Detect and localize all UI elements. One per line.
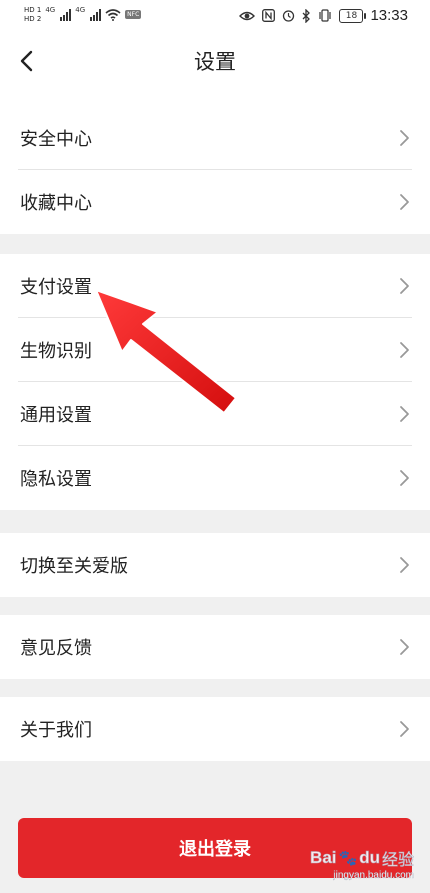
chevron-right-icon (400, 721, 409, 737)
baidu-watermark: Bai 🐾 du 经验 (310, 846, 415, 870)
settings-item-payment-settings[interactable]: 支付设置 (0, 254, 430, 318)
settings-group-account: 安全中心 收藏中心 (0, 106, 430, 234)
settings-item-favorites-center[interactable]: 收藏中心 (0, 170, 430, 234)
settings-item-label: 安全中心 (20, 129, 92, 150)
signal2-icon (90, 8, 102, 21)
watermark-brand: Bai (310, 848, 337, 868)
chevron-right-icon (400, 130, 409, 146)
watermark-url: jingyan.baidu.com (333, 870, 414, 881)
watermark-suffix: 经验 (381, 850, 415, 870)
chevron-right-icon (400, 278, 409, 294)
settings-group-preferences: 支付设置 生物识别 通用设置 隐私设置 (0, 254, 430, 510)
settings-item-biometrics[interactable]: 生物识别 (0, 318, 430, 382)
vibrate-icon (319, 9, 332, 22)
logout-label: 退出登录 (179, 839, 251, 860)
eye-icon (239, 11, 256, 20)
settings-item-general-settings[interactable]: 通用设置 (0, 382, 430, 446)
settings-item-label: 意见反馈 (20, 638, 92, 659)
watermark-brand2: du (359, 848, 380, 868)
chevron-right-icon (400, 470, 409, 486)
hd-indicators: HD 1 HD 2 (24, 6, 42, 23)
settings-item-about-us[interactable]: 关于我们 (0, 697, 430, 761)
chevron-right-icon (400, 639, 409, 655)
battery-icon: 18 (339, 8, 367, 23)
chevron-right-icon (400, 406, 409, 422)
alarm-icon (283, 10, 295, 22)
hd2-label: HD 2 (24, 15, 42, 23)
page-title: 设置 (194, 50, 236, 74)
chevron-right-icon (400, 194, 409, 210)
battery-level: 18 (345, 10, 358, 21)
settings-group-about: 关于我们 (0, 697, 430, 761)
settings-item-label: 隐私设置 (20, 469, 92, 490)
settings-item-label: 关于我们 (20, 720, 92, 741)
chevron-right-icon (400, 557, 409, 573)
chevron-right-icon (400, 342, 409, 358)
nfc-icon (262, 9, 276, 22)
settings-item-switch-care-mode[interactable]: 切换至关爱版 (0, 533, 430, 597)
settings-item-security-center[interactable]: 安全中心 (0, 106, 430, 170)
network2-label: 4G (75, 6, 86, 14)
settings-item-label: 支付设置 (20, 277, 92, 298)
settings-item-label: 切换至关爱版 (20, 556, 128, 577)
clock: 13:33 (370, 7, 408, 24)
settings-item-label: 生物识别 (20, 341, 92, 362)
paw-icon: 🐾 (338, 849, 358, 868)
settings-item-label: 收藏中心 (20, 193, 92, 214)
settings-item-label: 通用设置 (20, 405, 92, 426)
network1-label: 4G (45, 6, 56, 14)
settings-item-privacy-settings[interactable]: 隐私设置 (0, 446, 430, 510)
bluetooth-icon (302, 8, 311, 23)
signal1-icon (60, 8, 72, 21)
header: 设置 (0, 32, 430, 106)
status-left: HD 1 HD 2 4G 4G NFC (24, 6, 142, 23)
status-right: 18 13:33 (239, 7, 408, 24)
status-bar: HD 1 HD 2 4G 4G NFC 18 13:33 (0, 0, 430, 32)
settings-group-care-mode: 切换至关爱版 (0, 533, 430, 597)
settings-item-feedback[interactable]: 意见反馈 (0, 615, 430, 679)
hd1-label: HD 1 (24, 6, 42, 14)
wifi-icon (105, 8, 121, 21)
settings-group-feedback: 意见反馈 (0, 615, 430, 679)
extra-status-label: NFC (125, 10, 142, 19)
